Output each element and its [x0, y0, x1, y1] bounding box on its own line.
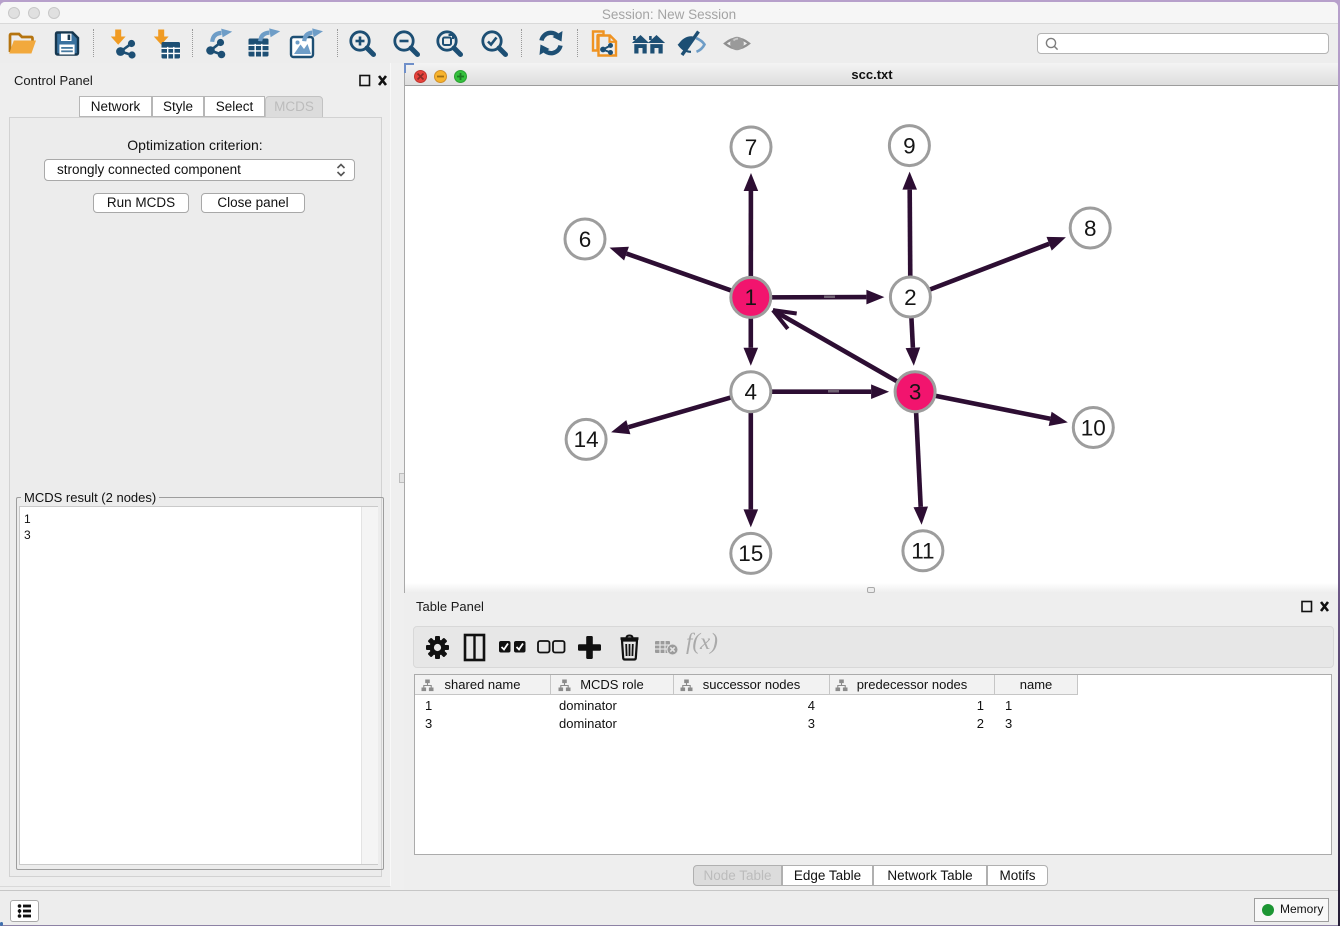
svg-text:7: 7 — [745, 135, 758, 160]
svg-text:4: 4 — [745, 380, 758, 405]
svg-text:14: 14 — [574, 427, 599, 452]
svg-text:9: 9 — [903, 133, 916, 158]
svg-text:10: 10 — [1081, 415, 1106, 440]
svg-text:11: 11 — [911, 539, 934, 564]
svg-text:15: 15 — [738, 541, 763, 566]
svg-text:8: 8 — [1084, 216, 1097, 241]
svg-text:2: 2 — [904, 285, 917, 310]
svg-text:6: 6 — [579, 227, 592, 252]
svg-text:3: 3 — [909, 380, 922, 405]
svg-text:1: 1 — [745, 285, 758, 310]
